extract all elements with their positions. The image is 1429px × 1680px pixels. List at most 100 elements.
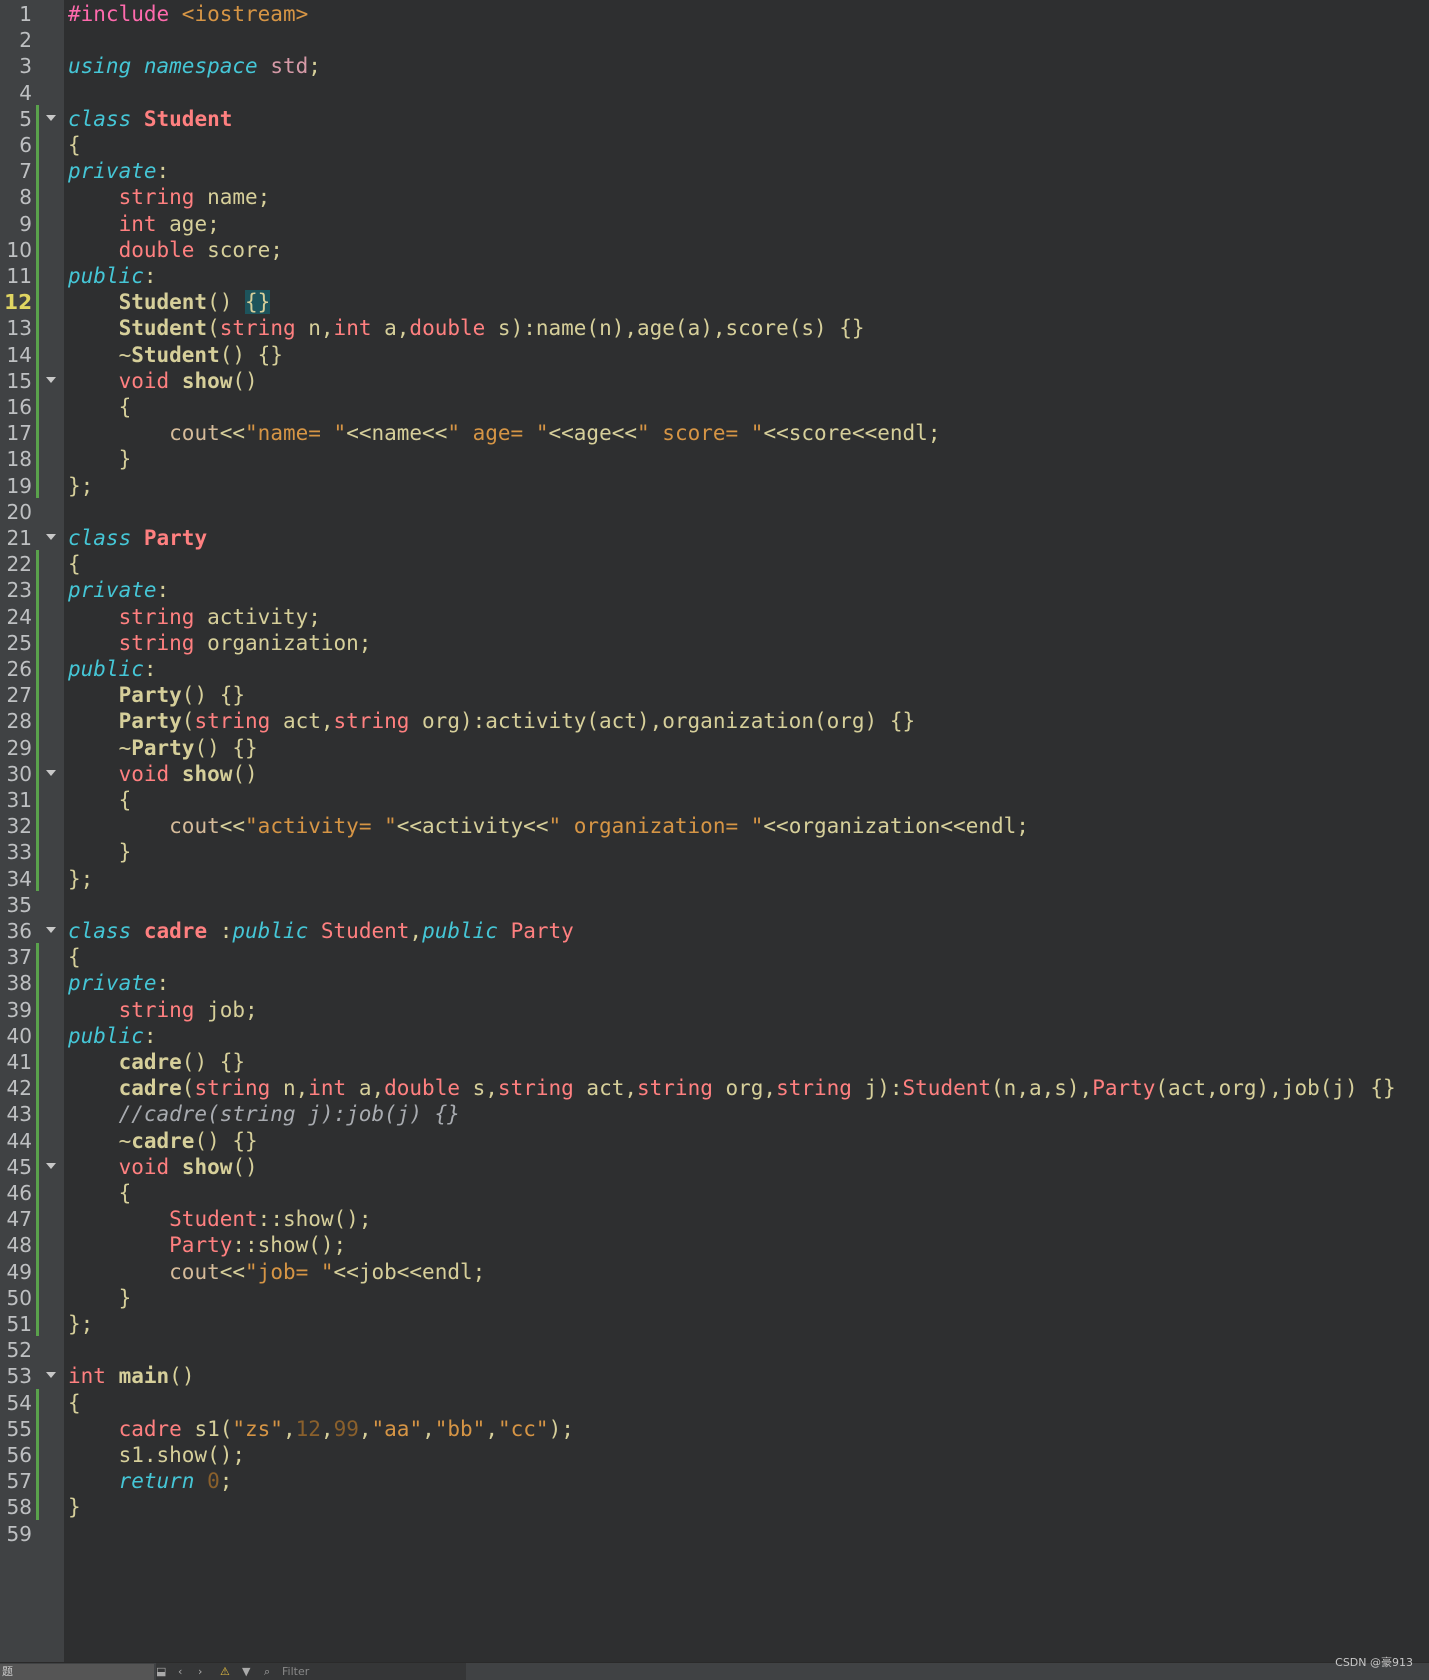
line-number: 37 <box>6 945 32 970</box>
code-text: void show() <box>68 367 258 395</box>
code-text: public: <box>68 1022 157 1050</box>
code-token: s1( <box>181 1416 233 1441</box>
code-text: using namespace std; <box>68 52 321 80</box>
next-icon[interactable]: › <box>198 1664 202 1679</box>
clear-icon[interactable]: ⬓ <box>156 1664 166 1679</box>
modified-marker <box>36 943 39 1337</box>
fold-arrow-icon[interactable] <box>46 1162 56 1169</box>
code-text: return 0; <box>68 1467 233 1495</box>
code-token: namespace <box>143 54 258 79</box>
code-token: : <box>143 1023 157 1048</box>
line-number: 36 <box>6 919 32 943</box>
search-icon: ⌕ <box>264 1665 271 1678</box>
code-token: j): <box>851 1076 903 1101</box>
code-line: 38 private: <box>0 969 1429 997</box>
code-token: string <box>497 1076 574 1101</box>
code-line: 17 cout<<"name= "<<name<<" age= "<<age<<… <box>0 419 1429 447</box>
code-text: cadre s1("zs",12,99,"aa","bb","cc"); <box>68 1415 574 1443</box>
code-line: 13 Student(string n,int a,double s):name… <box>0 314 1429 342</box>
prev-icon[interactable]: ‹ <box>178 1664 182 1679</box>
code-token: } <box>68 447 132 472</box>
fold-arrow-icon[interactable] <box>46 376 56 383</box>
code-token: " organization= " <box>548 814 764 839</box>
code-text: { <box>68 393 132 421</box>
code-token: }; <box>68 473 94 498</box>
code-token: Party <box>118 709 182 734</box>
line-number: 3 <box>19 54 32 79</box>
code-token: (act,org),job(j) {} <box>1155 1076 1396 1101</box>
code-text: }; <box>68 1310 93 1338</box>
code-token: "name= " <box>245 421 347 446</box>
code-line: 12 Student() {} <box>0 288 1429 316</box>
code-token: Party <box>497 919 574 943</box>
code-text: Student::show(); <box>68 1205 371 1233</box>
code-token: cadre <box>118 1416 182 1441</box>
code-token: : <box>143 657 157 681</box>
code-token: name; <box>194 185 271 210</box>
code-text: int main() <box>68 1362 194 1390</box>
code-editor[interactable]: 1 #include <iostream> 2 3 using namespace st… <box>0 0 1429 1662</box>
code-token: " score= " <box>637 421 764 446</box>
code-token: ( <box>207 316 220 341</box>
filter-input[interactable]: Filter <box>282 1664 309 1679</box>
code-text: private: <box>68 969 169 997</box>
code-line: 32 cout<<"activity= "<<activity<<" organ… <box>0 812 1429 840</box>
code-text: string organization; <box>68 629 372 657</box>
warning-icon[interactable]: ⚠ <box>220 1664 230 1679</box>
code-token: Party <box>169 1233 233 1258</box>
code-token: , <box>282 1416 296 1441</box>
code-token: private <box>68 971 157 996</box>
code-token: int <box>118 211 157 236</box>
code-token: class <box>68 526 132 550</box>
code-line: 42 cadre(string n,int a,double s,string … <box>0 1074 1429 1102</box>
code-token: string <box>776 1076 852 1101</box>
code-line: 1 #include <iostream> <box>0 0 1429 28</box>
line-number: 53 <box>6 1364 32 1389</box>
line-number: 15 <box>6 368 32 393</box>
code-token: { <box>68 1390 81 1415</box>
code-token: <<name<< <box>346 421 448 446</box>
code-line: 51}; <box>0 1310 1429 1338</box>
fold-arrow-icon[interactable] <box>46 769 56 776</box>
fold-arrow-icon[interactable] <box>46 1372 56 1379</box>
line-number: 28 <box>6 709 32 734</box>
code-line: 10 double score; <box>0 236 1429 264</box>
code-token: ~ <box>68 1128 132 1153</box>
code-token: ~ <box>68 342 132 367</box>
code-text: }; <box>68 865 93 893</box>
issues-tab[interactable]: 题 <box>0 1664 154 1680</box>
line-number: 26 <box>6 657 32 681</box>
code-token: "aa" <box>371 1416 423 1441</box>
fold-arrow-icon[interactable] <box>46 927 56 933</box>
code-text: { <box>68 1179 132 1207</box>
code-text: cadre(string n,int a,double s,string act… <box>68 1074 1396 1102</box>
filter-icon[interactable]: ▼ <box>242 1664 250 1679</box>
line-number: 22 <box>6 552 32 577</box>
fold-arrow-icon[interactable] <box>46 114 56 121</box>
code-token: private <box>68 159 157 184</box>
modified-marker <box>36 104 39 498</box>
code-text: { <box>68 131 81 159</box>
code-line: 25 string organization; <box>0 629 1429 657</box>
code-token: main <box>118 1364 170 1389</box>
toolbar-tools: ⬓ ‹ › ⚠ ▼ ⌕ Filter <box>156 1663 466 1680</box>
fold-arrow-icon[interactable] <box>46 534 56 540</box>
code-line: 43 //cadre(string j):job(j) {} <box>0 1100 1429 1128</box>
code-token: { <box>68 133 81 157</box>
line-number: 21 <box>6 526 32 550</box>
code-line: 26 public: <box>0 655 1429 683</box>
code-token: (n,a,s), <box>991 1076 1093 1101</box>
line-number: 57 <box>6 1469 32 1494</box>
code-token: { <box>68 395 132 419</box>
code-token: class <box>68 106 132 131</box>
code-token: , <box>409 919 423 943</box>
code-token: n, <box>295 316 334 341</box>
code-token: return <box>118 1469 195 1494</box>
